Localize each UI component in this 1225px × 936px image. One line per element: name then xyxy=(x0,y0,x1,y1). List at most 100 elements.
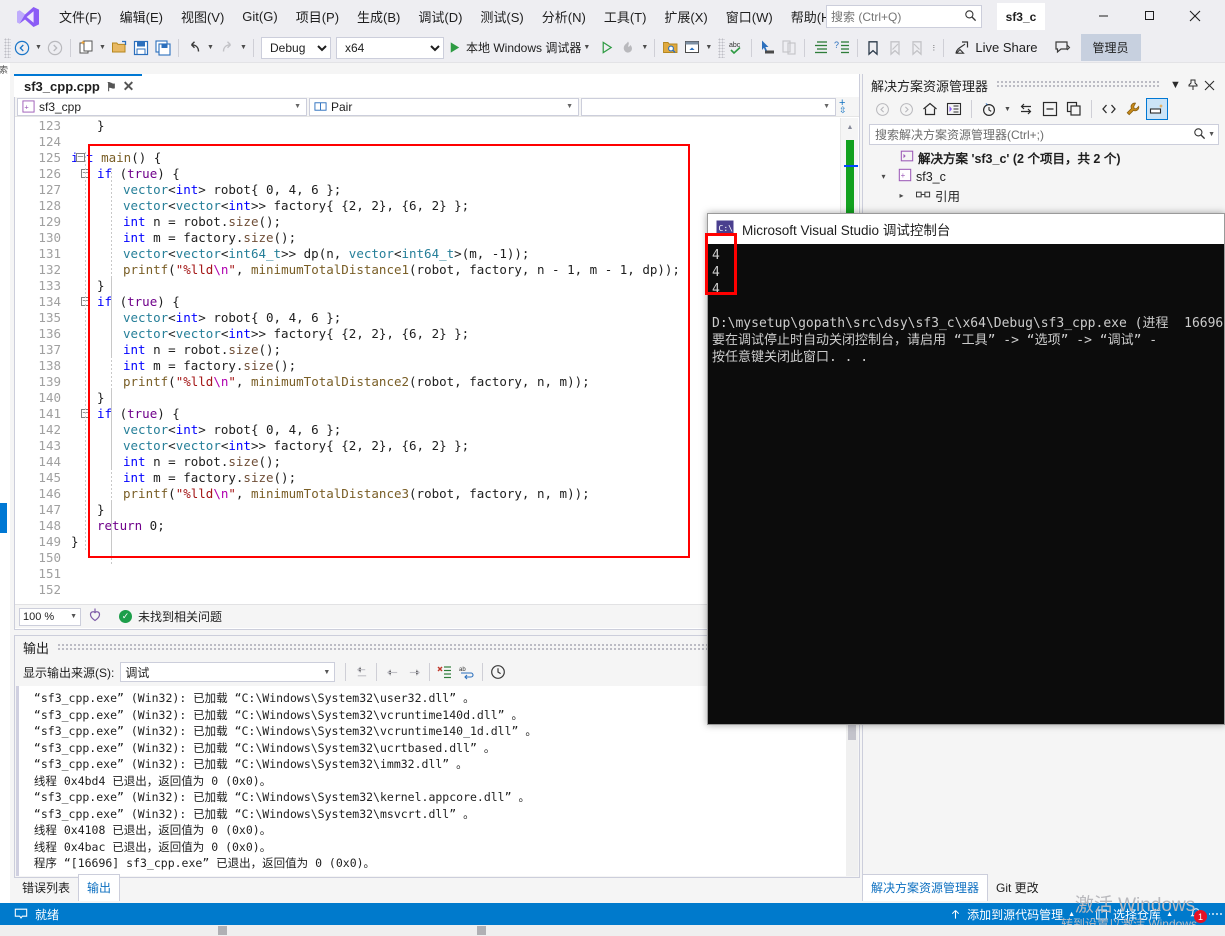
active-project-chip[interactable]: sf3_c xyxy=(997,3,1045,30)
solution-platform-select[interactable]: x64 xyxy=(336,36,444,59)
solution-configuration-select[interactable]: Debug xyxy=(261,36,331,59)
sync-with-active-doc-icon[interactable] xyxy=(1015,98,1037,120)
save-all-icon[interactable] xyxy=(152,37,174,59)
toolbar-grip-2[interactable] xyxy=(718,37,726,58)
chevron-down-icon-solexp[interactable]: ▼ xyxy=(1167,77,1184,94)
spellcheck-icon[interactable]: abc xyxy=(725,37,747,59)
new-item-icon[interactable] xyxy=(75,37,97,59)
debug-console-window[interactable]: C:\ Microsoft Visual Studio 调试控制台 4 4 4 D:… xyxy=(707,213,1225,725)
select-tool-icon[interactable] xyxy=(756,37,778,59)
search-icon-solexp[interactable] xyxy=(1193,127,1206,143)
tab-error-list[interactable]: 错误列表 xyxy=(14,875,78,901)
undo-dropdown-icon[interactable]: ▼ xyxy=(205,37,216,59)
start-debugging-button[interactable]: 本地 Windows 调试器 ▼ xyxy=(444,37,595,59)
select-repository-button[interactable]: 选择仓库 ▲ xyxy=(1085,903,1183,925)
code-health-icon[interactable] xyxy=(87,607,103,626)
nav-back-icon[interactable] xyxy=(11,37,33,59)
navbar-project-select[interactable]: + sf3_cpp ▼ xyxy=(17,97,307,116)
new-item-dropdown-icon[interactable]: ▼ xyxy=(97,37,108,59)
menu-tools[interactable]: 工具(T) xyxy=(595,2,656,31)
tree-item-references[interactable]: ▸ 引用 xyxy=(869,186,1219,205)
resize-grip[interactable] xyxy=(1209,903,1223,925)
menu-debug[interactable]: 调试(D) xyxy=(409,2,471,31)
navbar-type-select[interactable]: Pair ▼ xyxy=(309,97,579,116)
collapse-all-icon[interactable] xyxy=(1039,98,1061,120)
tab-output[interactable]: 输出 xyxy=(78,874,121,901)
open-file-icon[interactable] xyxy=(108,37,130,59)
chevron-down-icon-2[interactable]: ▼ xyxy=(566,103,576,110)
close-icon-solexp[interactable] xyxy=(1201,77,1218,94)
preview-selected-items-icon[interactable] xyxy=(1146,98,1168,120)
collapse-region-icon[interactable]: – xyxy=(76,153,85,162)
global-search-box[interactable] xyxy=(826,5,982,28)
clear-output-icon[interactable] xyxy=(434,661,456,683)
menu-test[interactable]: 测试(S) xyxy=(471,2,532,31)
console-output-text[interactable]: 4 4 4 D:\mysetup\gopath\src\dsy\sf3_c\x64\… xyxy=(708,244,1224,724)
tree-item-project[interactable]: ▾ + sf3_c xyxy=(869,167,1219,186)
pending-changes-dropdown-icon[interactable]: ▼ xyxy=(1002,98,1013,120)
tab-git-changes[interactable]: Git 更改 xyxy=(988,875,1047,901)
home-icon[interactable] xyxy=(919,98,941,120)
word-wrap-icon[interactable]: ab xyxy=(456,661,478,683)
uncomment-icon[interactable]: ? xyxy=(831,37,853,59)
chevron-up-icon-scc[interactable]: ▲ xyxy=(1068,911,1075,918)
hot-reload-dropdown-icon[interactable]: ▼ xyxy=(639,37,650,59)
bookmark-overflow-icon[interactable]: ⋮ xyxy=(928,37,939,59)
start-debugging-dropdown-icon[interactable]: ▼ xyxy=(581,37,592,59)
menu-file[interactable]: 文件(F) xyxy=(50,2,111,31)
menu-project[interactable]: 项目(P) xyxy=(287,2,348,31)
pending-changes-icon[interactable] xyxy=(978,98,1000,120)
taskbar-icon-2[interactable] xyxy=(477,926,486,935)
menu-build[interactable]: 生成(B) xyxy=(348,2,409,31)
pin-icon-solexp[interactable] xyxy=(1184,77,1201,94)
live-share-button[interactable]: Live Share xyxy=(948,37,1043,59)
search-options-dropdown-icon[interactable]: ▼ xyxy=(1208,131,1215,138)
solution-explorer-icon[interactable] xyxy=(659,37,681,59)
properties-window-icon[interactable] xyxy=(681,37,703,59)
document-tab-sf3-cpp[interactable]: sf3_cpp.cpp ⚑ ✕ xyxy=(14,74,143,97)
close-icon[interactable]: ✕ xyxy=(123,78,135,95)
notifications-button[interactable]: 1 xyxy=(1183,907,1209,923)
menu-extensions[interactable]: 扩展(X) xyxy=(655,2,716,31)
undo-icon[interactable] xyxy=(183,37,205,59)
chevron-down-icon[interactable]: ▼ xyxy=(294,103,304,110)
start-without-debug-icon[interactable] xyxy=(595,37,617,59)
editor-zoom-select[interactable]: 100 % ▼ xyxy=(19,607,81,626)
solution-explorer-search-box[interactable]: 搜索解决方案资源管理器(Ctrl+;) ▼ xyxy=(869,124,1219,145)
chevron-up-icon-repo[interactable]: ▲ xyxy=(1166,911,1173,918)
chevron-down-icon-output[interactable]: ▼ xyxy=(323,669,334,676)
nav-back-dropdown-icon[interactable]: ▼ xyxy=(33,37,44,59)
feedback-icon[interactable] xyxy=(1052,37,1074,59)
show-all-files-icon[interactable] xyxy=(1063,98,1085,120)
tree-item-solution[interactable]: 解决方案 'sf3_c' (2 个项目，共 2 个) xyxy=(869,148,1219,167)
window-close-button[interactable] xyxy=(1172,0,1218,31)
chevron-down-icon-zoom[interactable]: ▼ xyxy=(70,613,80,620)
toolbar-grip[interactable] xyxy=(4,37,11,58)
chevron-down-icon-3[interactable]: ▼ xyxy=(823,103,833,110)
comment-icon[interactable] xyxy=(809,37,831,59)
properties-icon[interactable] xyxy=(1122,98,1144,120)
menu-view[interactable]: 视图(V) xyxy=(172,2,233,31)
split-view-icon[interactable]: + ⇳ xyxy=(839,97,847,114)
menu-analyze[interactable]: 分析(N) xyxy=(533,2,595,31)
tab-solution-explorer[interactable]: 解决方案资源管理器 xyxy=(862,874,989,901)
menu-window[interactable]: 窗口(W) xyxy=(717,2,782,31)
menu-edit[interactable]: 编辑(E) xyxy=(111,2,172,31)
taskbar-icon-1[interactable] xyxy=(218,926,227,935)
solution-view-icon[interactable] xyxy=(943,98,965,120)
tree-twisty-project[interactable]: ▾ xyxy=(877,172,890,181)
pin-icon[interactable]: ⚑ xyxy=(106,80,117,94)
tree-twisty-references[interactable]: ▸ xyxy=(895,191,908,200)
window-maximize-button[interactable] xyxy=(1126,0,1172,31)
add-to-source-control-button[interactable]: 添加到源代码管理 ▲ xyxy=(939,903,1085,925)
properties-dropdown-icon[interactable]: ▼ xyxy=(703,37,714,59)
navbar-member-select[interactable]: ▼ xyxy=(581,97,836,116)
search-input[interactable] xyxy=(831,9,956,24)
view-code-icon[interactable] xyxy=(1098,98,1120,120)
bookmark-icon[interactable] xyxy=(862,37,884,59)
scroll-up-icon[interactable]: ▲ xyxy=(844,121,856,133)
window-minimize-button[interactable] xyxy=(1080,0,1126,31)
menu-git[interactable]: Git(G) xyxy=(233,4,286,29)
output-source-select[interactable]: 调试 ▼ xyxy=(120,662,336,682)
timestamp-icon[interactable] xyxy=(487,661,509,683)
